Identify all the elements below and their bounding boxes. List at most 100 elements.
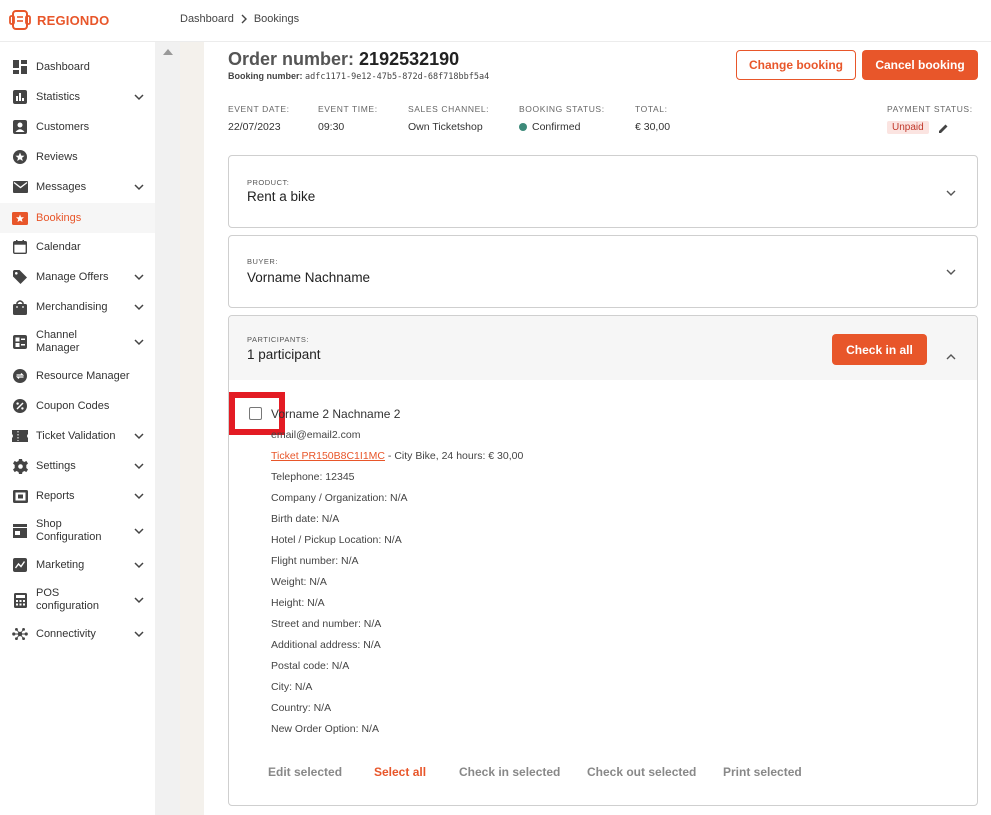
status-dot-icon bbox=[519, 123, 527, 131]
calendar-icon bbox=[12, 239, 28, 255]
sidebar-item-connectivity[interactable]: Connectivity bbox=[0, 624, 155, 644]
sidebar-item-statistics[interactable]: Statistics bbox=[0, 87, 155, 107]
event-date: 22/07/2023 bbox=[228, 121, 281, 133]
field-company: Company / Organization: N/A bbox=[271, 492, 408, 504]
sidebar-item-label: Coupon Codes bbox=[36, 399, 110, 412]
sidebar-item-label: Channel Manager bbox=[36, 329, 80, 354]
event-time-label: EVENT TIME: bbox=[318, 104, 378, 114]
shop-icon bbox=[12, 523, 28, 539]
sidebar-item-merchandising[interactable]: Merchandising bbox=[0, 297, 155, 317]
check-out-selected-button[interactable]: Check out selected bbox=[587, 765, 696, 779]
chevron-down-icon bbox=[134, 304, 144, 311]
booking-status: Confirmed bbox=[519, 121, 580, 133]
product-label: PRODUCT: bbox=[247, 178, 290, 187]
scroll-up-arrow-icon[interactable] bbox=[163, 49, 173, 55]
field-new-order-option: New Order Option: N/A bbox=[271, 723, 379, 735]
cancel-booking-button[interactable]: Cancel booking bbox=[862, 50, 978, 80]
sidebar-item-label: Reviews bbox=[36, 150, 78, 163]
pos-icon bbox=[12, 592, 28, 608]
sidebar-item-label: Shop Configuration bbox=[36, 518, 102, 543]
chevron-down-icon bbox=[134, 597, 144, 604]
participant-email: email@email2.com bbox=[271, 429, 361, 441]
booking-status-value: Confirmed bbox=[532, 121, 581, 133]
sidebar-item-label: Resource Manager bbox=[36, 369, 130, 382]
sidebar-item-manage-offers[interactable]: Manage Offers bbox=[0, 267, 155, 287]
chevron-down-icon[interactable] bbox=[945, 266, 957, 278]
sidebar-item-pos-configuration[interactable]: POS configuration bbox=[0, 585, 155, 615]
sidebar-item-dashboard[interactable]: Dashboard bbox=[0, 57, 155, 77]
print-selected-button[interactable]: Print selected bbox=[723, 765, 802, 779]
connectivity-icon bbox=[12, 626, 28, 642]
field-country: Country: N/A bbox=[271, 702, 332, 714]
statistics-icon bbox=[12, 89, 28, 105]
breadcrumb-dashboard[interactable]: Dashboard bbox=[180, 13, 234, 25]
chevron-down-icon bbox=[134, 528, 144, 535]
ticket-icon bbox=[12, 428, 28, 444]
bookings-icon bbox=[12, 210, 28, 226]
edit-pencil-icon[interactable] bbox=[938, 123, 949, 134]
sidebar-item-label: Messages bbox=[36, 180, 87, 193]
chevron-down-icon bbox=[134, 339, 144, 346]
sidebar-item-reviews[interactable]: Reviews bbox=[0, 147, 155, 167]
sales-channel: Own Ticketshop bbox=[408, 121, 483, 133]
customers-icon bbox=[12, 119, 28, 135]
chevron-up-icon[interactable] bbox=[945, 351, 957, 363]
check-in-all-button[interactable]: Check in all bbox=[832, 334, 927, 365]
sidebar-item-label: POS configuration bbox=[36, 587, 99, 612]
sidebar-item-shop-configuration[interactable]: Shop Configuration bbox=[0, 516, 155, 546]
event-date-label: EVENT DATE: bbox=[228, 104, 290, 114]
select-all-button[interactable]: Select all bbox=[374, 765, 426, 779]
gear-icon bbox=[12, 458, 28, 474]
product-card[interactable]: PRODUCT: Rent a bike bbox=[228, 155, 978, 228]
regiondo-logo-icon bbox=[9, 10, 31, 30]
breadcrumb: Dashboard Bookings bbox=[180, 13, 299, 25]
sidebar-item-channel-manager[interactable]: Channel Manager bbox=[0, 327, 155, 357]
sidebar-item-resource-manager[interactable]: Resource Manager bbox=[0, 366, 155, 386]
sidebar-item-label: Merchandising bbox=[36, 300, 108, 313]
field-postal-code: Postal code: N/A bbox=[271, 660, 350, 672]
check-in-selected-button[interactable]: Check in selected bbox=[459, 765, 560, 779]
tag-icon bbox=[12, 269, 28, 285]
chevron-down-icon bbox=[134, 631, 144, 638]
booking-detail: Order number: 2192532190 Booking number:… bbox=[204, 42, 991, 815]
sidebar-item-calendar[interactable]: Calendar bbox=[0, 237, 155, 257]
participants-card: PARTICIPANTS: 1 participant Check in all… bbox=[228, 315, 978, 806]
sidebar-item-label: Ticket Validation bbox=[36, 429, 116, 442]
sidebar-item-messages[interactable]: Messages bbox=[0, 177, 155, 197]
buyer-card[interactable]: BUYER: Vorname Nachname bbox=[228, 235, 978, 308]
change-booking-button[interactable]: Change booking bbox=[736, 50, 856, 80]
channel-icon bbox=[12, 334, 28, 350]
sidebar-item-reports[interactable]: Reports bbox=[0, 486, 155, 506]
sidebar-item-label: Customers bbox=[36, 120, 90, 133]
field-city: City: N/A bbox=[271, 681, 313, 693]
field-additional-address: Additional address: N/A bbox=[271, 639, 381, 651]
chevron-down-icon bbox=[134, 94, 144, 101]
logo[interactable]: REGIONDO bbox=[9, 9, 109, 31]
sidebar-scrollbar[interactable] bbox=[155, 42, 180, 815]
chevron-down-icon[interactable] bbox=[945, 187, 957, 199]
top-bar: REGIONDO Dashboard Bookings bbox=[0, 0, 991, 42]
sidebar-item-label: Manage Offers bbox=[36, 270, 109, 283]
sidebar-item-label: Connectivity bbox=[36, 627, 96, 640]
order-number-label: Order number: bbox=[228, 49, 355, 69]
chevron-down-icon bbox=[134, 562, 144, 569]
sidebar-item-settings[interactable]: Settings bbox=[0, 456, 155, 476]
sidebar-item-label: Reports bbox=[36, 489, 75, 502]
participant-name: Vorname 2 Nachname 2 bbox=[271, 407, 401, 421]
chevron-right-icon bbox=[241, 14, 247, 24]
sidebar-item-ticket-validation[interactable]: Ticket Validation bbox=[0, 426, 155, 446]
field-hotel-pickup: Hotel / Pickup Location: N/A bbox=[271, 534, 402, 546]
sidebar-item-bookings[interactable]: Bookings bbox=[0, 203, 155, 233]
ticket-link[interactable]: Ticket PR150B8C1I1MC bbox=[271, 450, 385, 462]
coupon-icon bbox=[12, 398, 28, 414]
sidebar-item-customers[interactable]: Customers bbox=[0, 117, 155, 137]
field-street: Street and number: N/A bbox=[271, 618, 382, 630]
booking-number-label: Booking number: bbox=[228, 71, 303, 81]
edit-selected-button[interactable]: Edit selected bbox=[268, 765, 342, 779]
sidebar-item-coupon-codes[interactable]: Coupon Codes bbox=[0, 396, 155, 416]
star-icon bbox=[12, 149, 28, 165]
sidebar-item-marketing[interactable]: Marketing bbox=[0, 555, 155, 575]
payment-status-label: PAYMENT STATUS: bbox=[887, 104, 973, 114]
reports-icon bbox=[12, 488, 28, 504]
buyer-label: BUYER: bbox=[247, 257, 278, 266]
